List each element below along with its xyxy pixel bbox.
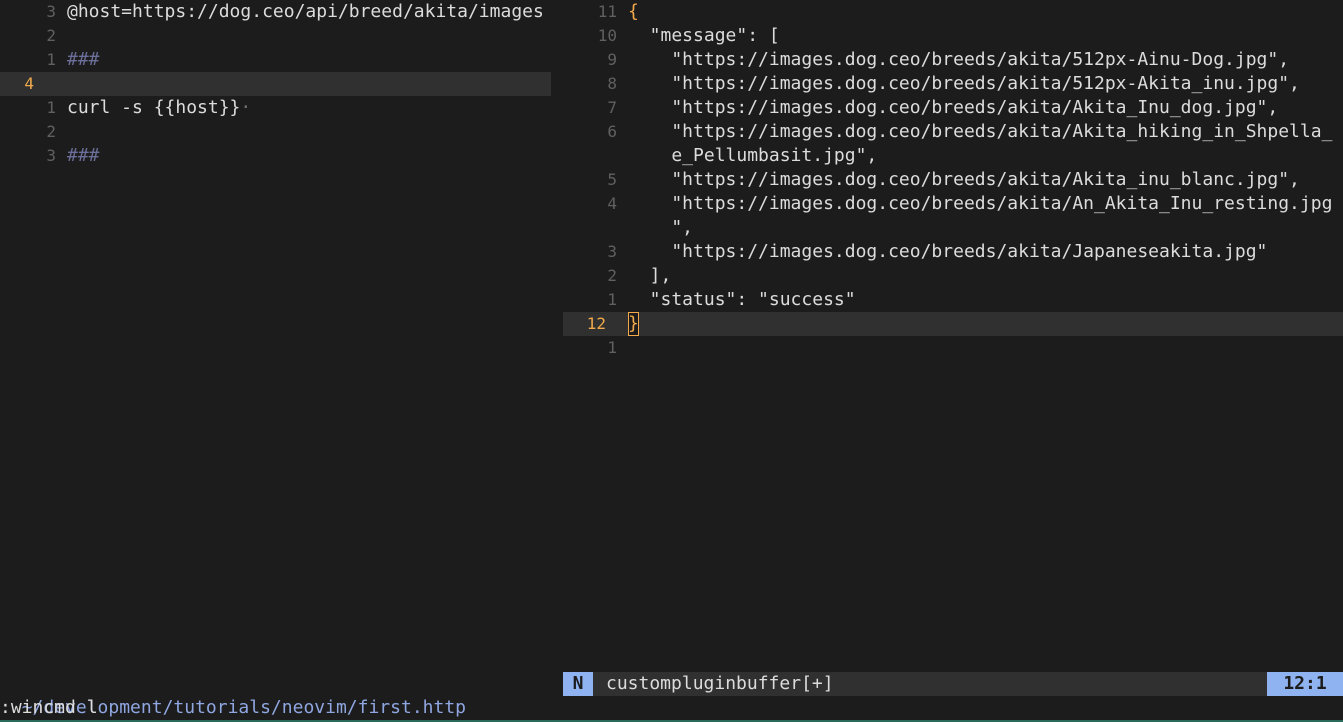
- line-number: 3: [46, 2, 56, 21]
- current-line-number: 12: [586, 314, 606, 333]
- line-text: ],: [628, 265, 672, 286]
- line-text: ###: [67, 145, 100, 166]
- editor-line[interactable]: 1 ###: [0, 48, 551, 72]
- current-line-number: 4: [24, 74, 34, 93]
- line-number: 2: [46, 26, 56, 45]
- editor-line[interactable]: 9 "https://images.dog.ceo/breeds/akita/5…: [563, 48, 1343, 72]
- line-number: 7: [607, 98, 617, 117]
- editor-line[interactable]: 11 {: [563, 0, 1343, 24]
- cursor-position: 12:1: [1267, 672, 1343, 696]
- editor-line[interactable]: 3 ###: [0, 144, 551, 168]
- line-text: e_Pellumbasit.jpg",: [628, 145, 878, 166]
- left-editor-pane[interactable]: 3 @host=https://dog.ceo/api/breed/akita/…: [0, 0, 551, 672]
- editor-line[interactable]: 1 "status": "success": [563, 288, 1343, 312]
- line-number: 1: [46, 50, 56, 69]
- editor-line[interactable]: 4 "https://images.dog.ceo/breeds/akita/A…: [563, 192, 1343, 216]
- right-statusline: N custompluginbuffer[+] 12:1: [563, 672, 1343, 696]
- text-cursor: }: [628, 312, 639, 336]
- editor-line-current[interactable]: 4: [0, 72, 551, 96]
- line-number: 1: [46, 98, 56, 117]
- line-number: 9: [607, 50, 617, 69]
- editor-line[interactable]: 2: [0, 120, 551, 144]
- line-text: }: [628, 312, 639, 336]
- editor-line-wrapped[interactable]: e_Pellumbasit.jpg",: [563, 144, 1343, 168]
- line-text: ###: [67, 49, 100, 70]
- editor-line[interactable]: 8 "https://images.dog.ceo/breeds/akita/5…: [563, 72, 1343, 96]
- line-number: 6: [607, 122, 617, 141]
- line-text: ",: [628, 217, 694, 238]
- editor-line[interactable]: 10 "message": [: [563, 24, 1343, 48]
- editor-line[interactable]: 1: [563, 336, 1343, 360]
- line-text: "https://images.dog.ceo/breeds/akita/An_…: [628, 193, 1333, 214]
- line-number: 10: [597, 26, 617, 45]
- right-editor-pane[interactable]: 11 { 10 "message": [ 9 "https://images.d…: [563, 0, 1343, 672]
- editor-line[interactable]: 3 "https://images.dog.ceo/breeds/akita/J…: [563, 240, 1343, 264]
- line-number: 3: [607, 242, 617, 261]
- line-number: 8: [607, 74, 617, 93]
- line-number: 2: [607, 266, 617, 285]
- line-text: "message": [: [628, 25, 780, 46]
- line-text: "status": "success": [628, 289, 856, 310]
- editor-line[interactable]: 6 "https://images.dog.ceo/breeds/akita/A…: [563, 120, 1343, 144]
- editor-line[interactable]: 2: [0, 24, 551, 48]
- line-text: "https://images.dog.ceo/breeds/akita/512…: [628, 73, 1300, 94]
- line-number: 1: [607, 338, 617, 357]
- mode-indicator: N: [563, 672, 593, 696]
- buffer-name: custompluginbuffer[+]: [606, 673, 834, 694]
- editor-line[interactable]: 5 "https://images.dog.ceo/breeds/akita/A…: [563, 168, 1343, 192]
- line-text: @host=https://dog.ceo/api/breed/akita/im…: [67, 1, 544, 22]
- editor-line-current[interactable]: 12 }: [563, 312, 1343, 336]
- editor-line[interactable]: 7 "https://images.dog.ceo/breeds/akita/A…: [563, 96, 1343, 120]
- line-text: "https://images.dog.ceo/breeds/akita/512…: [628, 49, 1290, 70]
- line-number: 4: [607, 194, 617, 213]
- curl-command-text: curl -s {{host}}: [67, 97, 241, 118]
- line-number: 1: [607, 290, 617, 309]
- line-text: "https://images.dog.ceo/breeds/akita/Aki…: [628, 169, 1300, 190]
- line-text: "https://images.dog.ceo/breeds/akita/Jap…: [628, 241, 1268, 262]
- editor-line[interactable]: 2 ],: [563, 264, 1343, 288]
- line-number: 3: [46, 146, 56, 165]
- trailing-space-marker: ·: [240, 97, 252, 118]
- line-text: "https://images.dog.ceo/breeds/akita/Aki…: [628, 121, 1333, 142]
- editor-line-wrapped[interactable]: ",: [563, 216, 1343, 240]
- command-line[interactable]: :wincmd l: [0, 696, 1343, 720]
- left-statusline: ~/development/tutorials/neovim/first.htt…: [0, 672, 551, 718]
- line-number: 11: [597, 2, 617, 21]
- line-number: 5: [607, 170, 617, 189]
- line-text: {: [628, 1, 639, 22]
- editor-line[interactable]: 1 curl -s {{host}}·: [0, 96, 551, 120]
- line-text: curl -s {{host}}·: [67, 96, 251, 120]
- line-text: "https://images.dog.ceo/breeds/akita/Aki…: [628, 97, 1279, 118]
- editor-line[interactable]: 3 @host=https://dog.ceo/api/breed/akita/…: [0, 0, 551, 24]
- line-number: 2: [46, 122, 56, 141]
